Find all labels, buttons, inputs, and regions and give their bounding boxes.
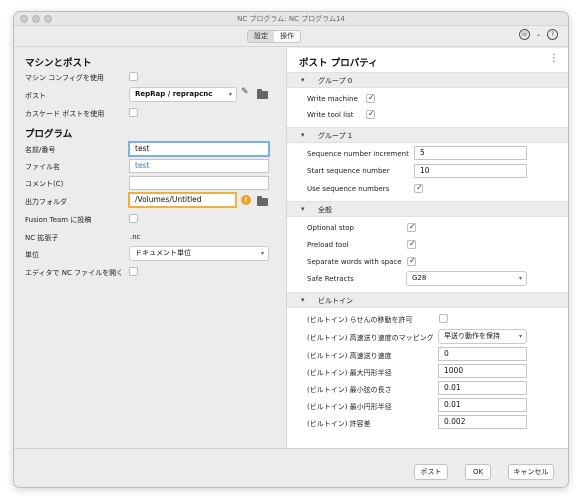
chevron-down-icon[interactable]: ⌄ [536,31,541,38]
title-bar: NC プログラム: NC プログラム14 [14,12,568,26]
question-icon[interactable]: ? [547,29,558,40]
group-title: グループ 1 [318,132,353,140]
rapid-feed-input[interactable]: 0 [438,347,527,361]
chevron-down-icon: ▾ [518,275,522,282]
chevron-down-icon: ▾ [260,250,264,257]
post-select[interactable]: RepRap / reprapcnc ▾ [129,87,237,102]
dialog-footer: ポスト OK キャンセル [14,448,568,487]
tolerance-input[interactable]: 0.002 [438,415,527,429]
kebab-icon[interactable]: ⋮ [549,53,559,64]
fusion-team-checkbox[interactable] [129,214,138,223]
post-label: ポスト [25,92,46,100]
use-seq-label: Use sequence numbers [307,185,390,193]
program-heading: プログラム [25,129,73,140]
spiral-label: (ビルトイン) らせんの移動を許可 [307,316,413,324]
comment-label: コメント(C) [25,180,64,188]
max-circ-input[interactable]: 1000 [438,364,527,378]
post-properties-heading: ポスト プロパティ [299,58,378,69]
rapid-map-value: 早送り動作を保持 [444,332,500,340]
rapid-map-label: (ビルトイン) 高速送り速度のマッピング [307,334,434,342]
write-machine-checkbox[interactable] [366,93,375,103]
separate-words-checkbox[interactable] [407,256,416,266]
name-number-label: 名前/番号 [25,146,56,154]
use-machine-config-label: マシン コンフィグを使用 [25,74,104,82]
separate-words-label: Separate words with space [307,258,402,266]
help-controls: ☏ ⌄ ? [518,29,558,40]
write-tool-list-label: Write tool list [307,111,354,119]
group-header[interactable]: ▾ 全般 [287,201,568,217]
left-panel: マシンとポスト マシン コンフィグを使用 ポスト RepRap / reprap… [14,48,286,448]
window-title: NC プログラム: NC プログラム14 [237,15,345,23]
group-title: グループ 0 [318,77,353,85]
group-title: ビルトイン [318,297,353,305]
seq-start-input[interactable]: 10 [414,164,527,178]
seq-start-label: Start sequence number [307,167,390,175]
use-cascade-post-checkbox[interactable] [129,108,138,117]
rapid-map-select[interactable]: 早送り動作を保持 ▾ [438,329,527,344]
chevron-down-icon: ▾ [228,91,232,98]
write-tool-list-checkbox[interactable] [366,109,375,119]
cancel-button[interactable]: キャンセル [508,464,554,480]
seq-inc-input[interactable]: 5 [414,146,527,160]
optional-stop-label: Optional stop [307,224,354,232]
pencil-icon[interactable]: ✎ [241,87,249,97]
tab-bar: 設定 操作 ☏ ⌄ ? [14,26,568,47]
chevron-down-icon: ▾ [518,333,522,340]
folder-icon[interactable] [257,196,268,206]
seq-inc-label: Sequence number increment [307,150,409,158]
safe-retracts-label: Safe Retracts [307,275,354,283]
output-folder-label: 出力フォルダ [25,198,67,206]
tolerance-label: (ビルトイン) 許容差 [307,420,371,428]
max-circ-label: (ビルトイン) 最大円形半径 [307,369,392,377]
use-machine-config-checkbox[interactable] [129,72,138,81]
tab-group: 設定 操作 [247,30,301,43]
nc-program-dialog: NC プログラム: NC プログラム14 設定 操作 ☏ ⌄ ? マシンとポスト… [13,11,569,488]
unit-select-value: ドキュメント単位 [135,249,191,257]
group-header[interactable]: ▾ ビルトイン [287,292,568,308]
use-seq-checkbox[interactable] [414,183,423,193]
safe-retracts-select[interactable]: G28 ▾ [406,271,527,286]
group-header[interactable]: ▾ グループ 1 [287,127,568,143]
warning-icon: ! [241,195,251,205]
ok-button[interactable]: OK [465,464,491,480]
tab-operations[interactable]: 操作 [274,31,300,42]
chevron-down-icon: ▾ [301,205,305,213]
chevron-down-icon: ▾ [301,131,305,139]
name-number-input[interactable]: test [128,141,270,157]
output-folder-input[interactable]: /Volumes/Untitled [128,192,237,208]
filename-label: ファイル名 [25,163,60,171]
open-in-editor-label: エディタで NC ファイルを開く [25,269,124,277]
rapid-feed-label: (ビルトイン) 高速送り速度 [307,352,392,360]
write-machine-label: Write machine [307,95,358,103]
min-circ-input[interactable]: 0.01 [438,398,527,412]
chevron-down-icon: ▾ [301,76,305,84]
optional-stop-checkbox[interactable] [407,222,416,232]
group-header[interactable]: ▾ グループ 0 [287,72,568,88]
chevron-down-icon: ▾ [301,296,305,304]
min-chord-input[interactable]: 0.01 [438,381,527,395]
nc-extension-label: NC 拡張子 [25,234,59,242]
spiral-checkbox[interactable] [439,314,448,323]
post-button[interactable]: ポスト [414,464,448,480]
unit-label: 単位 [25,251,39,259]
tab-settings[interactable]: 設定 [248,31,274,42]
group-title: 全般 [318,206,332,214]
machine-post-heading: マシンとポスト [25,58,92,69]
nc-extension-value: .nc [130,233,141,241]
preload-tool-checkbox[interactable] [407,239,416,249]
folder-icon[interactable] [257,89,268,99]
post-select-value: RepRap / reprapcnc [135,90,213,98]
open-in-editor-checkbox[interactable] [129,267,138,276]
safe-retracts-value: G28 [412,274,427,282]
use-cascade-post-label: カスケード ポストを使用 [25,110,105,118]
help-icon[interactable]: ☏ [518,29,530,40]
fusion-team-label: Fusion Team に投稿 [25,216,92,224]
filename-input[interactable]: test [129,159,269,173]
min-chord-label: (ビルトイン) 最小弦の長さ [307,386,392,394]
min-circ-label: (ビルトイン) 最小円形半径 [307,403,392,411]
unit-select[interactable]: ドキュメント単位 ▾ [129,246,269,261]
post-properties-panel: ポスト プロパティ ⋮ ▾ グループ 0 Write machine Write… [286,48,568,448]
preload-tool-label: Preload tool [307,241,349,249]
comment-input[interactable] [129,176,269,190]
